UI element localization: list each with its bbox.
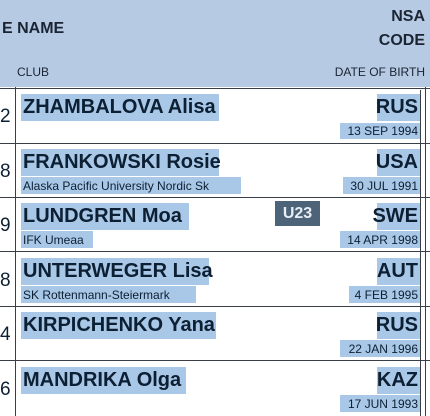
rank-cell: 4 bbox=[0, 324, 11, 345]
row-divider bbox=[0, 143, 430, 144]
rank-cell: 8 bbox=[0, 270, 11, 291]
date-of-birth: 4 FEB 1995 bbox=[354, 288, 418, 302]
nsa-code: SWE bbox=[372, 205, 418, 227]
row-divider bbox=[0, 197, 430, 198]
club-name: IFK Umeaa bbox=[23, 233, 84, 247]
club-name: Alaska Pacific University Nordic Sk bbox=[23, 179, 210, 193]
name-column-header: E NAME bbox=[2, 20, 65, 37]
nsa-code: KAZ bbox=[376, 369, 418, 391]
date-of-birth: 30 JUL 1991 bbox=[350, 179, 418, 193]
nsa-code: RUS bbox=[375, 96, 418, 118]
date-of-birth: 17 JUN 1993 bbox=[347, 397, 418, 411]
athlete-name: KIRPICHENKO Yana bbox=[23, 314, 215, 336]
nsa-code: USA bbox=[375, 151, 418, 173]
code-column-header: CODE bbox=[378, 32, 425, 49]
row-divider bbox=[0, 306, 430, 307]
table-header: E NAME NSA CODE CLUB DATE OF BIRTH bbox=[0, 0, 430, 87]
nsa-code: AUT bbox=[376, 260, 418, 282]
rank-cell: 9 bbox=[0, 215, 11, 236]
club-column-header: CLUB bbox=[17, 65, 50, 79]
date-of-birth: 22 JAN 1996 bbox=[348, 342, 418, 356]
athlete-name: UNTERWEGER Lisa bbox=[23, 260, 213, 282]
row-divider bbox=[0, 360, 430, 361]
athlete-name: LUNDGREN Moa bbox=[23, 205, 182, 227]
table-rule bbox=[0, 88, 430, 89]
rank-cell: 8 bbox=[0, 161, 11, 182]
nsa-column-header: NSA bbox=[391, 8, 425, 25]
athlete-name: MANDRIKA Olga bbox=[23, 369, 182, 391]
athlete-name: FRANKOWSKI Rosie bbox=[23, 151, 221, 173]
club-name: SK Rottenmann-Steiermark bbox=[23, 288, 170, 302]
athlete-name: ZHAMBALOVA Alisa bbox=[23, 96, 216, 118]
date-of-birth: 13 SEP 1994 bbox=[347, 124, 418, 138]
date-of-birth: 14 APR 1998 bbox=[347, 233, 418, 247]
row-divider bbox=[0, 251, 430, 252]
rank-cell: 2 bbox=[0, 106, 11, 127]
rank-cell: 6 bbox=[0, 379, 11, 400]
u23-badge: U23 bbox=[275, 201, 320, 226]
dob-column-header: DATE OF BIRTH bbox=[334, 65, 425, 79]
table-border-inner-right bbox=[420, 90, 421, 416]
nsa-code: RUS bbox=[375, 314, 418, 336]
